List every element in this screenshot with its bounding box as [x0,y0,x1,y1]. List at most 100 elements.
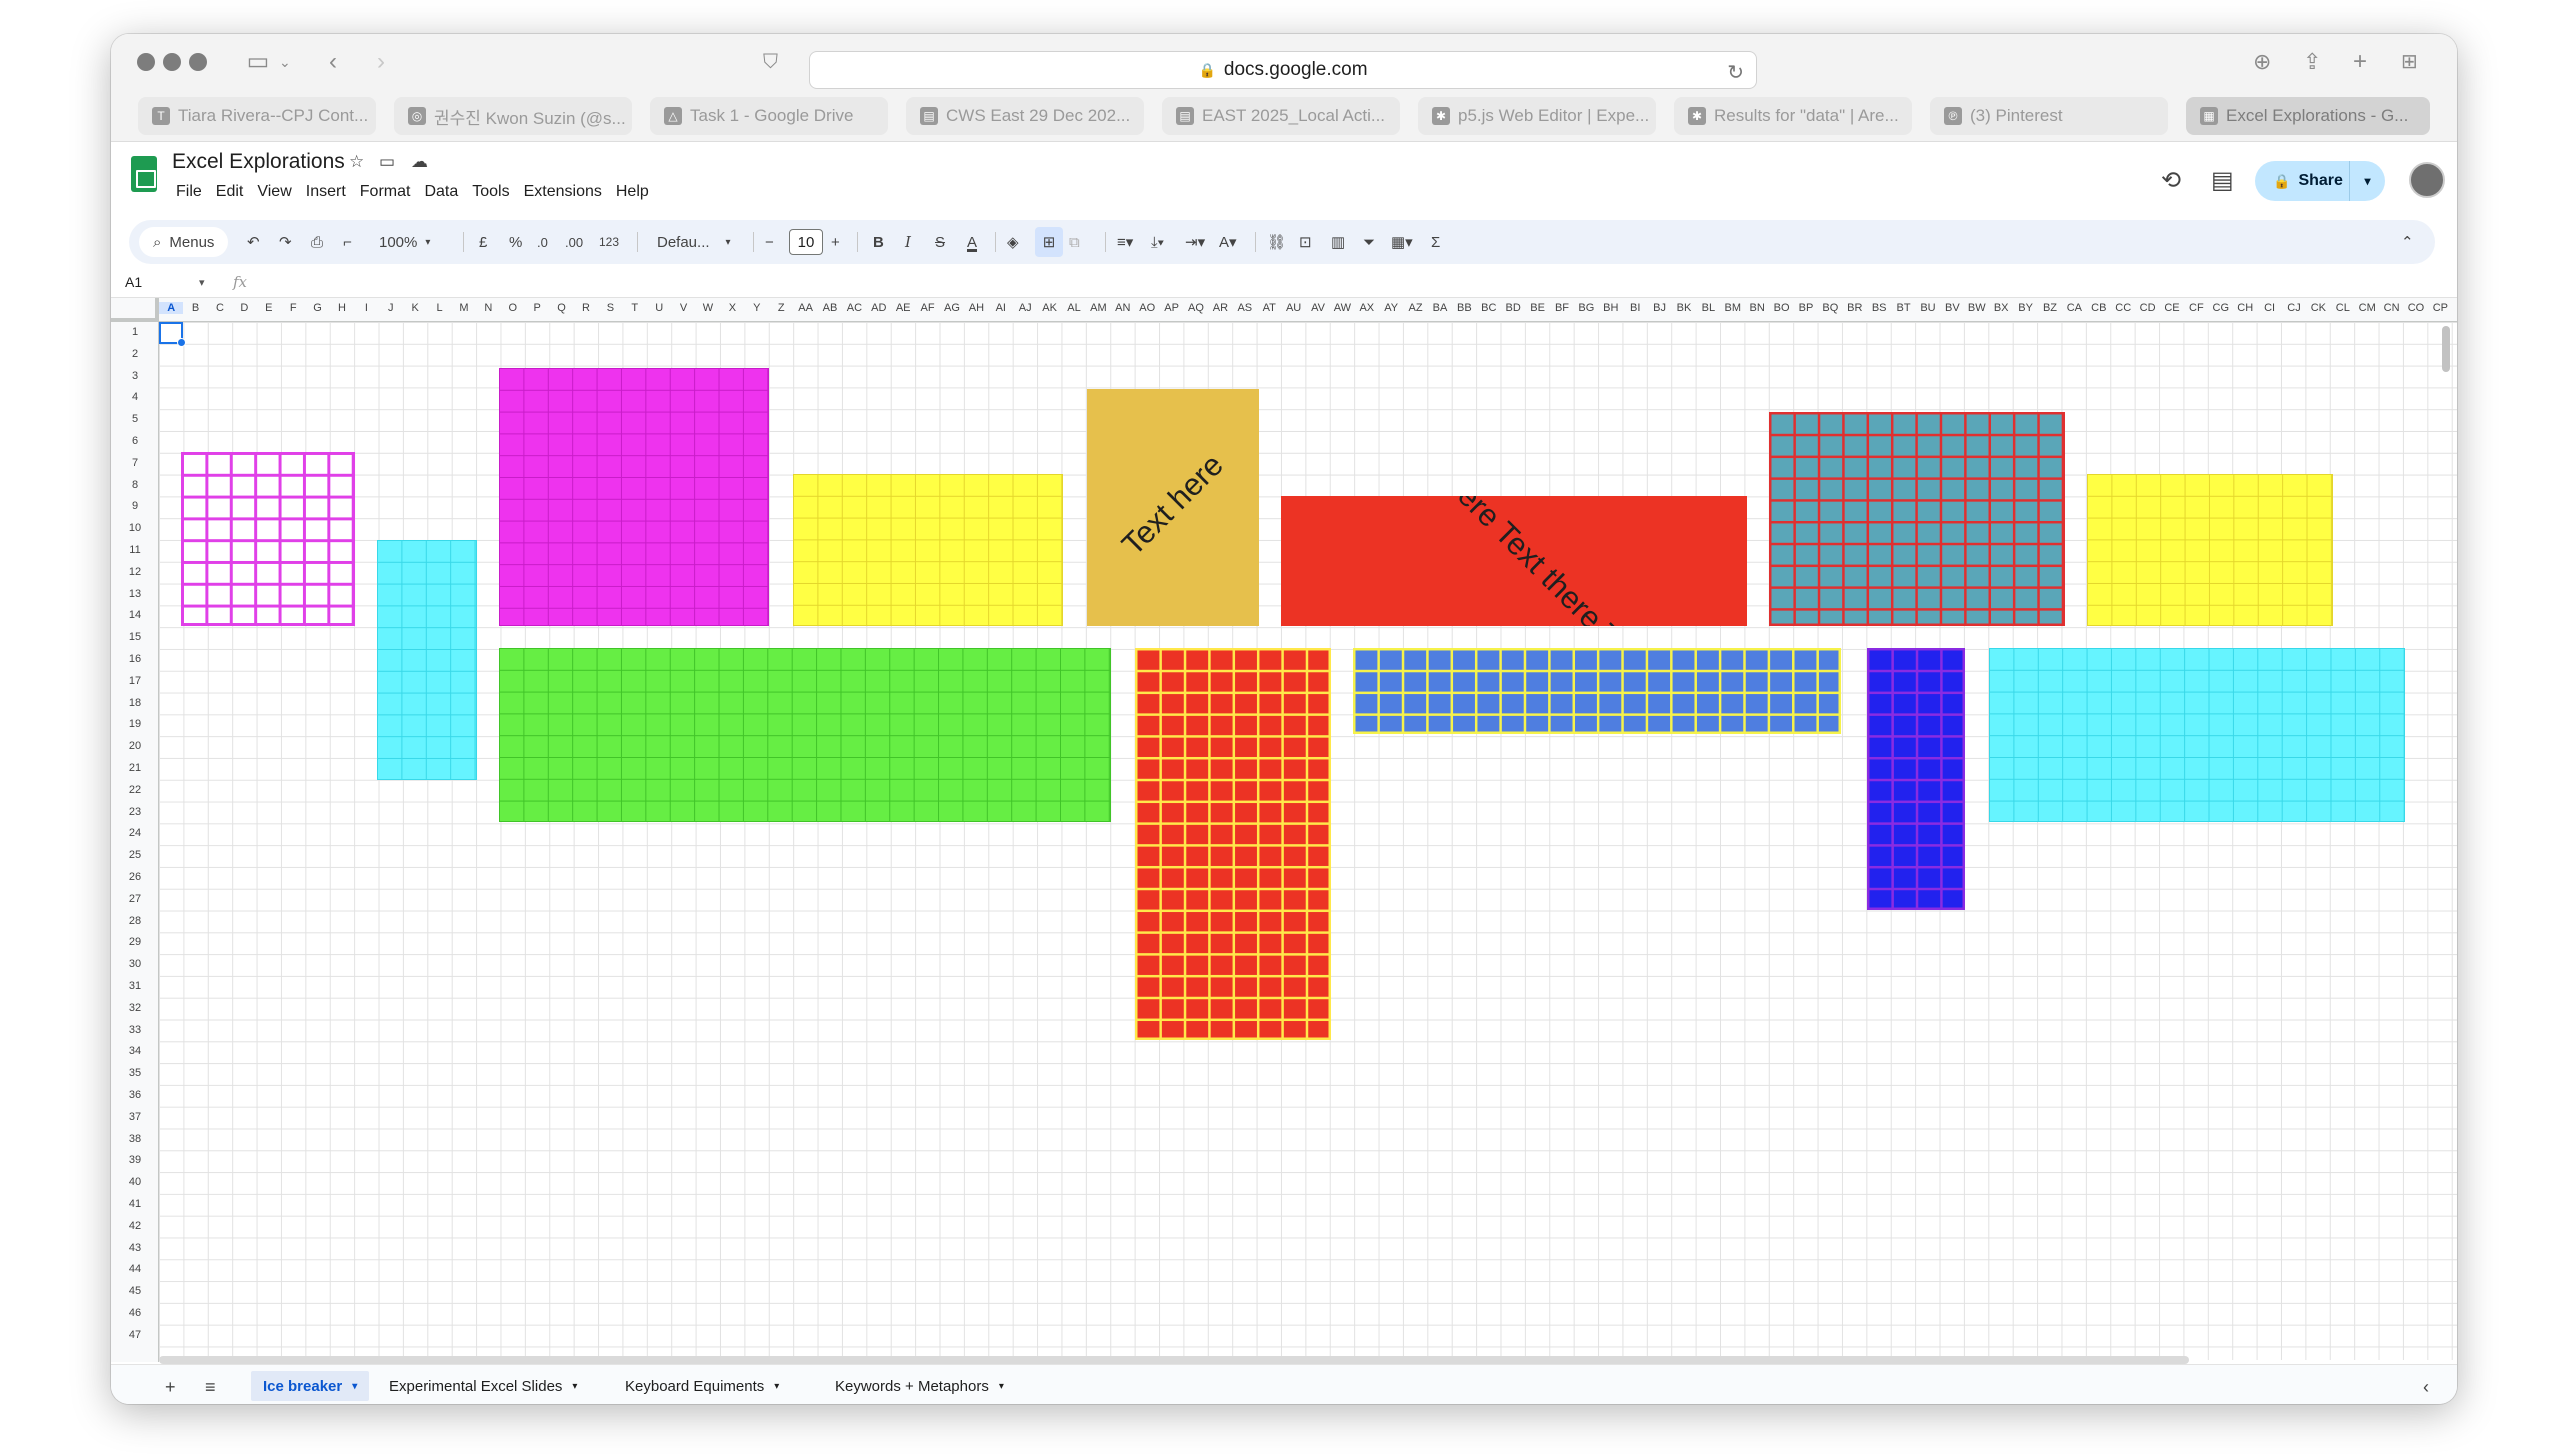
column-header[interactable]: BV [1940,302,1964,314]
column-header[interactable]: BJ [1647,302,1671,314]
increase-decimal-button[interactable]: .00 [565,220,583,264]
row-header[interactable]: 14 [111,609,158,621]
column-header[interactable]: AC [842,302,866,314]
bold-button[interactable]: B [873,220,884,264]
browser-tab[interactable]: ✱ p5.js Web Editor | Expe... [1418,97,1656,135]
row-header[interactable]: 35 [111,1067,158,1079]
column-header[interactable]: AL [1062,302,1086,314]
row-header[interactable]: 18 [111,697,158,709]
address-bar[interactable]: 🔒 docs.google.com ↻ [809,51,1757,89]
column-header[interactable]: H [330,302,354,314]
row-header[interactable]: 4 [111,391,158,403]
row-header[interactable]: 37 [111,1111,158,1123]
row-header[interactable]: 10 [111,522,158,534]
column-header[interactable]: F [281,302,305,314]
column-header[interactable]: BR [1843,302,1867,314]
row-header[interactable]: 30 [111,958,158,970]
browser-tab-active[interactable]: ▦ Excel Explorations - G... [2186,97,2430,135]
column-header[interactable]: CF [2184,302,2208,314]
row-header[interactable]: 8 [111,479,158,491]
column-header[interactable]: BM [1721,302,1745,314]
row-header[interactable]: 19 [111,718,158,730]
insert-comment-icon[interactable]: ⊡ [1299,220,1312,264]
print-icon[interactable]: ⎙ [311,220,323,264]
menu-tools[interactable]: Tools [465,180,516,204]
add-sheet-icon[interactable]: + [165,1377,176,1398]
reload-icon[interactable]: ↻ [1727,60,1744,85]
borders-icon[interactable]: ⊞ [1035,227,1063,257]
column-header[interactable]: CL [2331,302,2355,314]
avatar[interactable] [2409,162,2445,198]
column-header[interactable]: AE [891,302,915,314]
browser-tab[interactable]: ◎ 권수진 Kwon Suzin (@s... [394,97,632,135]
browser-tab[interactable]: ℗ (3) Pinterest [1930,97,2168,135]
column-header[interactable]: AK [1037,302,1061,314]
browser-tab[interactable]: ▤ CWS East 29 Dec 202... [906,97,1144,135]
column-header[interactable]: CH [2233,302,2257,314]
column-header[interactable]: BH [1599,302,1623,314]
undo-icon[interactable]: ↶ [247,220,260,264]
row-header[interactable]: 38 [111,1133,158,1145]
column-header[interactable]: AT [1257,302,1281,314]
filter-views-icon[interactable]: ▦▾ [1391,220,1413,264]
decrease-font-size-button[interactable]: − [765,220,774,264]
browser-tab[interactable]: ✱ Results for "data" | Are... [1674,97,1912,135]
row-header[interactable]: 23 [111,806,158,818]
column-header[interactable]: AI [989,302,1013,314]
row-header[interactable]: 2 [111,348,158,360]
sheet-tab-keyboard[interactable]: Keyboard Equiments ▾ [613,1371,791,1401]
column-header[interactable]: CN [2379,302,2403,314]
browser-tab[interactable]: ▤ EAST 2025_Local Acti... [1162,97,1400,135]
select-all-corner[interactable] [111,298,159,322]
row-header[interactable]: 42 [111,1220,158,1232]
row-header[interactable]: 33 [111,1024,158,1036]
row-header[interactable]: 24 [111,827,158,839]
cloud-status-icon[interactable]: ☁ [411,152,428,172]
column-header[interactable]: BY [2013,302,2037,314]
column-header[interactable]: X [720,302,744,314]
row-header[interactable]: 17 [111,675,158,687]
column-header[interactable]: AN [1111,302,1135,314]
column-header[interactable]: BF [1550,302,1574,314]
column-header[interactable]: AM [1086,302,1110,314]
menu-insert[interactable]: Insert [299,180,353,204]
column-header[interactable]: BE [1525,302,1549,314]
row-header[interactable]: 32 [111,1002,158,1014]
column-header[interactable]: AR [1208,302,1232,314]
close-window-button[interactable] [137,53,155,71]
document-title[interactable]: Excel Explorations [172,150,345,174]
teal-block[interactable] [1769,412,2065,626]
column-header[interactable]: AV [1306,302,1330,314]
column-header[interactable]: L [427,302,451,314]
move-folder-icon[interactable]: ▭ [379,152,395,172]
column-header[interactable]: CD [2135,302,2159,314]
menu-view[interactable]: View [250,180,298,204]
column-header[interactable]: BS [1867,302,1891,314]
minimize-window-button[interactable] [163,53,181,71]
yellow-block-2[interactable] [2087,474,2333,626]
row-header[interactable]: 43 [111,1242,158,1254]
paint-format-icon[interactable]: ⌐ [343,220,352,264]
percent-format-button[interactable]: % [509,220,522,264]
row-header[interactable]: 40 [111,1176,158,1188]
insert-chart-icon[interactable]: ▥ [1331,220,1345,264]
all-sheets-icon[interactable]: ≡ [205,1377,216,1398]
column-header[interactable]: AY [1379,302,1403,314]
column-header[interactable]: G [305,302,329,314]
comments-icon[interactable]: ▤ [2211,166,2234,195]
red-yellow-grid-block[interactable] [1135,648,1331,1040]
column-header[interactable]: AB [818,302,842,314]
column-header[interactable]: BL [1696,302,1720,314]
column-header[interactable]: BX [1989,302,2013,314]
decrease-decimal-button[interactable]: .0 [537,220,548,264]
fill-color-icon[interactable]: ◈ [1007,220,1019,264]
menus-search-button[interactable]: ⌕ Menus [139,227,229,257]
column-header[interactable]: BB [1452,302,1476,314]
row-header[interactable]: 47 [111,1329,158,1341]
column-header[interactable]: D [232,302,256,314]
row-header[interactable]: 16 [111,653,158,665]
green-block[interactable] [499,648,1111,822]
share-button[interactable]: 🔒 Share ▾ [2255,161,2385,201]
column-header[interactable]: BN [1745,302,1769,314]
column-header[interactable]: AA [793,302,817,314]
